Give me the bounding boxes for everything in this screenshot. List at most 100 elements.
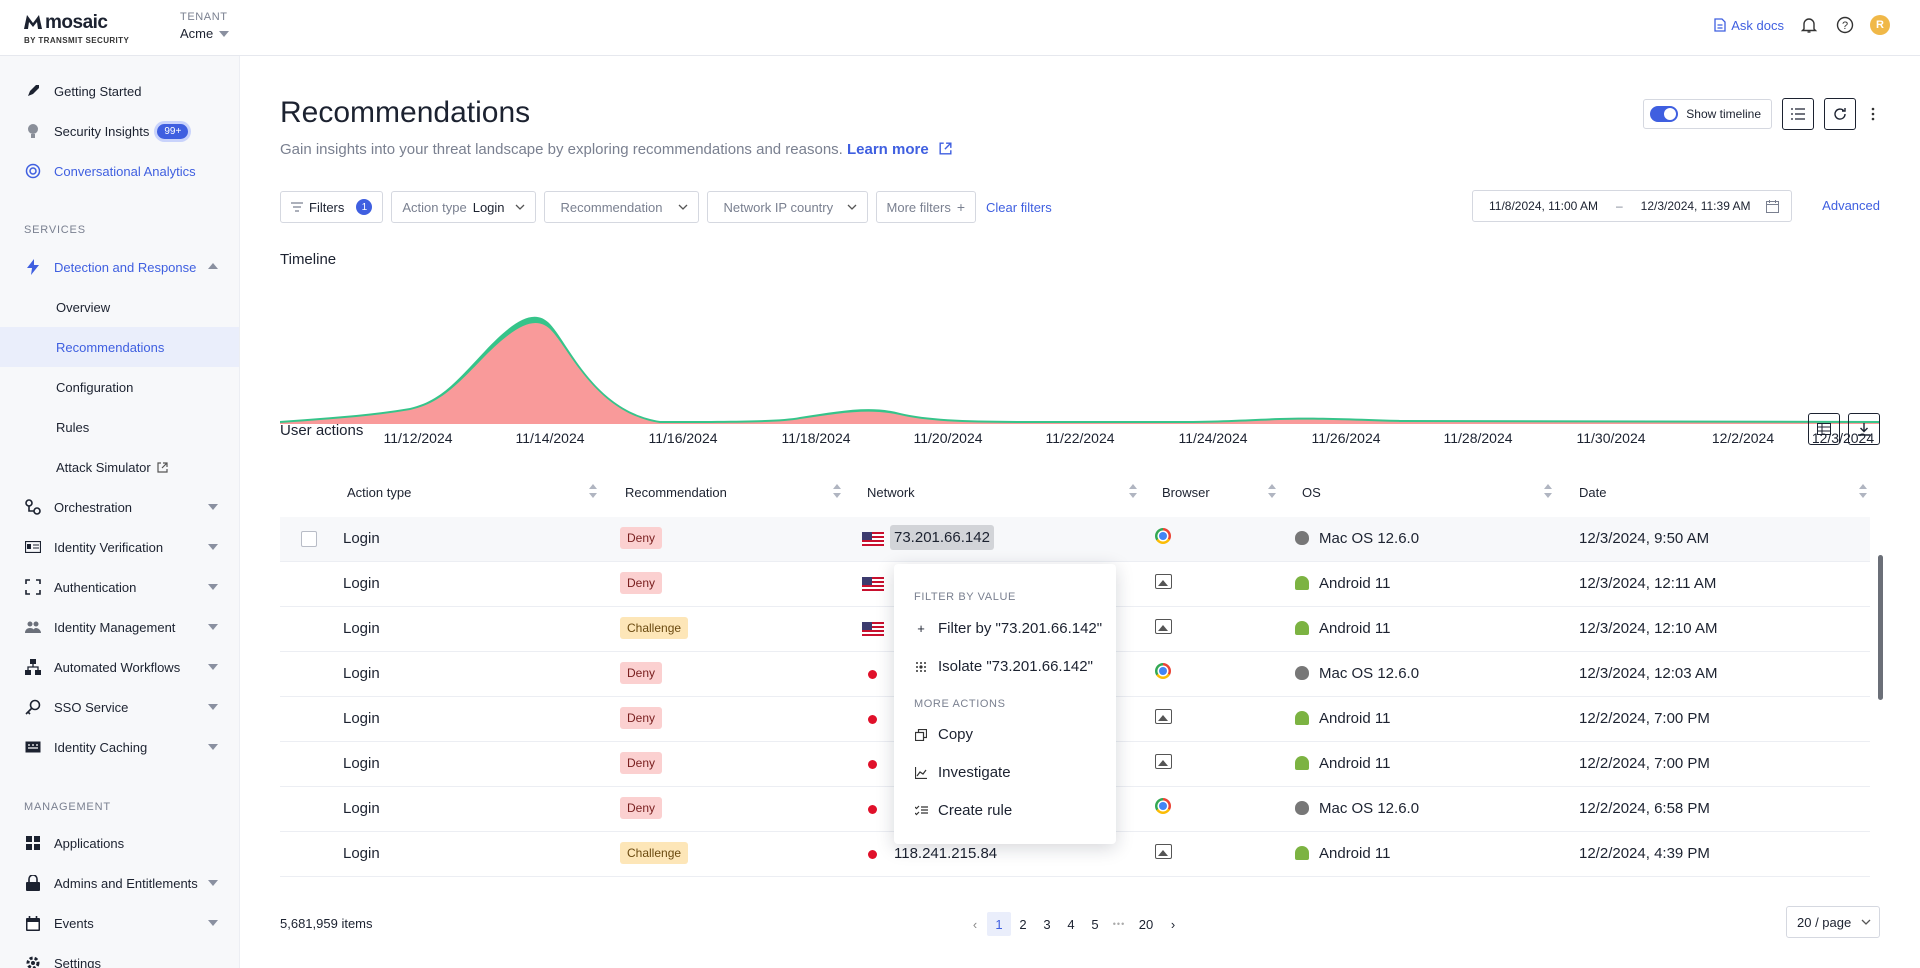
network-ip-cell[interactable]: 73.201.66.142 <box>890 525 994 550</box>
sidebar-sub-attack-simulator[interactable]: Attack Simulator <box>0 447 239 487</box>
sidebar-item-applications[interactable]: Applications <box>0 823 239 863</box>
help-icon[interactable]: ? <box>1834 14 1856 36</box>
lightning-icon <box>24 258 42 276</box>
external-link-icon <box>157 461 168 473</box>
filters-label: Filters <box>309 199 345 215</box>
refresh-button[interactable] <box>1824 98 1856 130</box>
filter-by-value-item[interactable]: + Filter by "73.201.66.142" <box>914 620 1102 637</box>
column-settings-button[interactable] <box>1808 413 1840 445</box>
page-ellipsis[interactable]: ••• <box>1107 912 1131 936</box>
filters-button[interactable]: Filters 1 <box>280 191 384 223</box>
page-5-button[interactable]: 5 <box>1083 912 1107 936</box>
column-header-network[interactable]: Network <box>867 485 915 500</box>
next-page-icon[interactable]: › <box>1161 912 1185 936</box>
date-cell: 12/2/2024, 4:39 PM <box>1579 845 1710 862</box>
sidebar-item-authentication[interactable]: Authentication <box>0 567 239 607</box>
image-icon <box>1155 709 1172 724</box>
recommendation-badge: Challenge <box>620 617 689 639</box>
toggle-switch[interactable] <box>1650 106 1679 122</box>
column-header-os[interactable]: OS <box>1302 485 1321 500</box>
page-4-button[interactable]: 4 <box>1059 912 1083 936</box>
action-type-cell: Login <box>343 530 380 547</box>
network-ip-country-filter[interactable]: Network IP country <box>706 191 868 223</box>
page-2-button[interactable]: 2 <box>1011 912 1035 936</box>
date-from[interactable]: 11/8/2024, 11:00 AM <box>1489 199 1598 213</box>
sidebar-item-label: Detection and Response <box>54 259 197 275</box>
action-type-filter[interactable]: Action type Login <box>391 191 536 223</box>
os-cell: Mac OS 12.6.0 <box>1319 530 1420 547</box>
sidebar-item-conversational-analytics[interactable]: Conversational Analytics <box>0 151 239 191</box>
tick-label: 11/16/2024 <box>648 430 717 446</box>
sidebar-sub-rules[interactable]: Rules <box>0 407 239 447</box>
clear-filters-link[interactable]: Clear filters <box>986 200 1052 215</box>
sort-icon[interactable] <box>1268 484 1276 498</box>
isolate-value-item[interactable]: Isolate "73.201.66.142" <box>914 658 1093 675</box>
date-to[interactable]: 12/3/2024, 11:39 AM <box>1641 199 1751 213</box>
download-button[interactable] <box>1848 413 1880 445</box>
advanced-link[interactable]: Advanced <box>1822 198 1880 213</box>
apps-grid-icon <box>24 834 42 852</box>
tick-label: 11/18/2024 <box>781 430 850 446</box>
column-header-action-type[interactable]: Action type <box>347 485 411 500</box>
chevron-down-icon <box>847 204 856 210</box>
table-row[interactable]: Login Deny 73.201.66.142 Mac OS 12.6.0 12/3/… <box>280 517 1870 562</box>
sidebar-item-security-insights[interactable]: Security Insights 99+ <box>0 111 239 151</box>
sidebar-item-orchestration[interactable]: Orchestration <box>0 487 239 527</box>
chevron-down-icon <box>208 744 218 750</box>
plus-icon: + <box>917 621 925 636</box>
sidebar-item-sso-service[interactable]: SSO Service <box>0 687 239 727</box>
recommendation-filter[interactable]: Recommendation <box>543 191 699 223</box>
page-3-button[interactable]: 3 <box>1035 912 1059 936</box>
sort-icon[interactable] <box>833 484 841 498</box>
sidebar-sub-overview[interactable]: Overview <box>0 287 239 327</box>
more-filters-button[interactable]: More filters + <box>875 191 977 223</box>
sort-icon[interactable] <box>1544 484 1552 498</box>
page-size-select[interactable]: 20 / page <box>1786 906 1880 938</box>
column-header-browser[interactable]: Browser <box>1162 485 1210 500</box>
page-20-button[interactable]: 20 <box>1131 912 1161 936</box>
column-header-recommendation[interactable]: Recommendation <box>625 485 727 500</box>
tenant-value: Acme <box>180 26 214 41</box>
prev-page-icon[interactable]: ‹ <box>963 912 987 936</box>
sidebar-item-getting-started[interactable]: Getting Started <box>0 71 239 111</box>
column-header-date[interactable]: Date <box>1579 485 1606 500</box>
sidebar-item-settings[interactable]: Settings <box>0 943 239 968</box>
row-checkbox[interactable] <box>301 531 317 547</box>
learn-more-link[interactable]: Learn more <box>847 141 952 158</box>
table-scrollbar[interactable] <box>1878 555 1883 700</box>
chevron-down-icon <box>208 880 218 886</box>
sidebar-item-identity-management[interactable]: Identity Management <box>0 607 239 647</box>
sidebar-item-detection-and-response[interactable]: Detection and Response <box>0 247 239 287</box>
tick-label: 12/2/2024 <box>1712 430 1774 446</box>
more-options-icon[interactable] <box>1866 98 1880 130</box>
date-range-picker[interactable]: 11/8/2024, 11:00 AM – 12/3/2024, 11:39 A… <box>1472 190 1792 222</box>
gear-icon <box>24 954 42 968</box>
network-ip-cell[interactable]: 118.241.215.84 <box>894 845 997 862</box>
copy-item[interactable]: Copy <box>914 726 973 743</box>
chevron-down-icon <box>208 624 218 630</box>
user-avatar[interactable]: R <box>1870 15 1890 35</box>
sidebar-item-identity-caching[interactable]: Identity Caching <box>0 727 239 767</box>
action-type-cell: Login <box>343 800 380 817</box>
sidebar-sub-recommendations[interactable]: Recommendations <box>0 327 239 367</box>
sort-icon[interactable] <box>1129 484 1137 498</box>
ask-docs-link[interactable]: Ask docs <box>1714 18 1784 33</box>
mosaic-logo[interactable]: mosaic BY TRANSMIT SECURITY <box>24 12 129 45</box>
os-cell: Android 11 <box>1319 575 1391 592</box>
sidebar-item-admins-and-entitlements[interactable]: Admins and Entitlements <box>0 863 239 903</box>
page-1-button[interactable]: 1 <box>987 912 1011 936</box>
sidebar-item-identity-verification[interactable]: Identity Verification <box>0 527 239 567</box>
investigate-item[interactable]: Investigate <box>914 764 1011 781</box>
create-rule-item[interactable]: Create rule <box>914 802 1012 819</box>
list-view-button[interactable] <box>1782 98 1814 130</box>
tenant-selector[interactable]: TENANT Acme <box>180 11 230 41</box>
sort-icon[interactable] <box>1859 484 1867 498</box>
sidebar-sub-configuration[interactable]: Configuration <box>0 367 239 407</box>
bell-icon[interactable] <box>1798 14 1820 36</box>
show-timeline-toggle[interactable]: Show timeline <box>1643 99 1772 129</box>
tenant-label: TENANT <box>180 11 228 23</box>
chevron-down-icon <box>219 30 230 37</box>
sidebar-item-automated-workflows[interactable]: Automated Workflows <box>0 647 239 687</box>
sidebar-item-events[interactable]: Events <box>0 903 239 943</box>
sort-icon[interactable] <box>589 484 597 498</box>
